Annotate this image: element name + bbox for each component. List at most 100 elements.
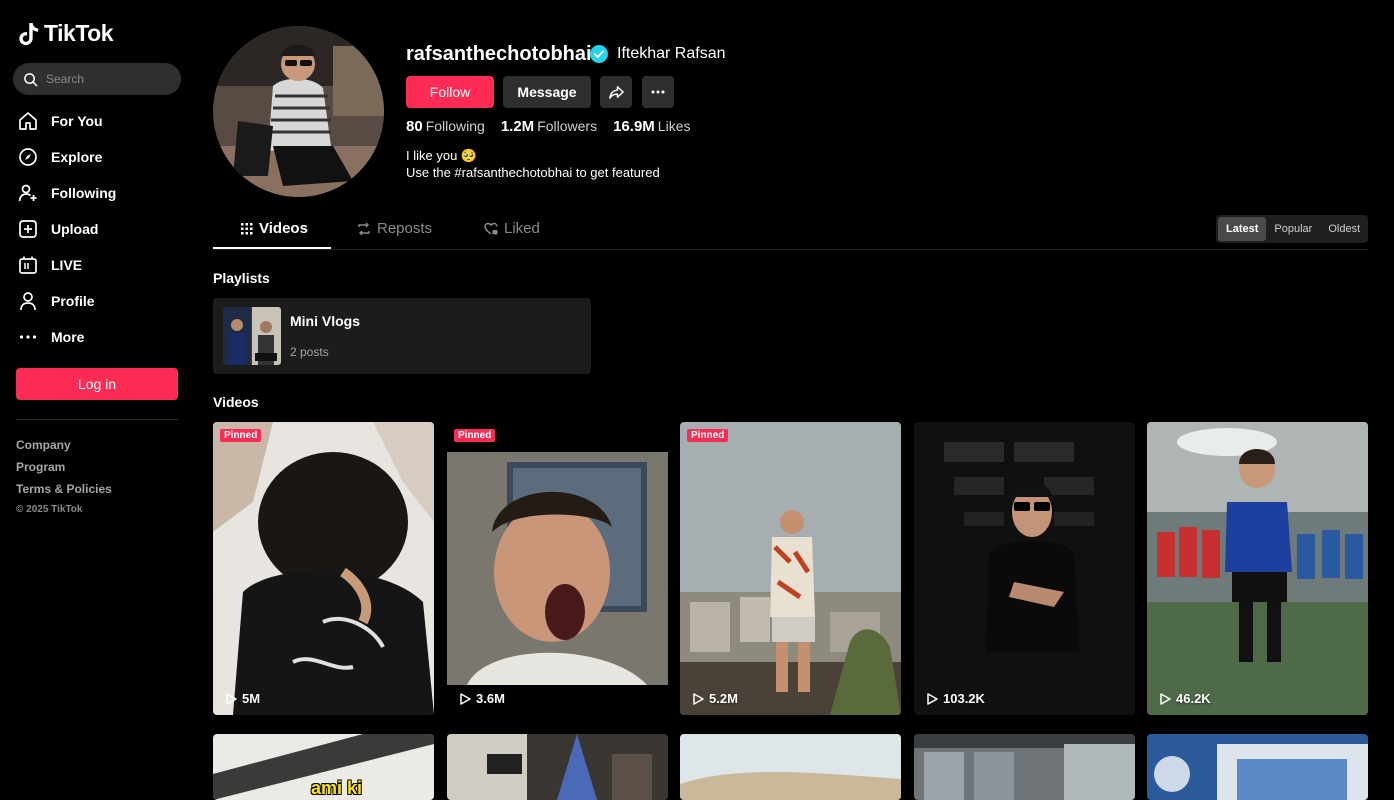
more-dots-icon [18,327,38,347]
nav-item-live[interactable]: LIVE [18,247,116,283]
bio-line: I like you 🥺 [406,148,478,163]
stat-following[interactable]: 80 Following [406,118,485,136]
nav-item-for-you[interactable]: For You [18,103,116,139]
nav-item-profile[interactable]: Profile [18,283,116,319]
playlists-heading: Playlists [213,270,270,286]
nav-label: LIVE [51,257,83,273]
video-caption-text: ami ki [311,778,363,798]
more-options-button[interactable] [642,76,674,108]
sort-oldest[interactable]: Oldest [1320,217,1368,241]
search-box[interactable] [13,63,181,95]
playlist-card[interactable]: Mini Vlogs 2 posts [213,298,591,374]
main-nav: For You Explore Following Upload LIVE Pr… [18,103,116,355]
playlist-thumbnail [223,307,281,365]
video-view-count: 46.2K [1159,691,1211,706]
videos-heading: Videos [213,394,259,410]
video-view-count: 3.6M [459,691,505,706]
nav-label: Following [51,185,117,201]
play-icon [460,692,471,705]
sort-toggle: Latest Popular Oldest [1216,215,1368,243]
active-tab-indicator [213,247,331,249]
tab-reposts[interactable]: Reposts [357,220,432,237]
video-card[interactable] [1147,734,1368,800]
share-button[interactable] [600,76,632,108]
video-card[interactable]: Pinned 3.6M [447,422,668,715]
compass-icon [18,147,38,167]
bio-line: Use the #rafsanthechotobhai to get featu… [406,165,660,180]
video-card[interactable]: 103.2K [914,422,1135,715]
message-button[interactable]: Message [503,76,591,108]
play-icon [693,692,704,705]
more-dots-icon [651,90,665,94]
heart-lock-icon [484,222,498,235]
video-card[interactable] [914,734,1135,800]
nav-item-explore[interactable]: Explore [18,139,116,175]
profile-username: rafsanthechotobhai [406,43,592,65]
login-button[interactable]: Log in [16,368,178,400]
video-view-count: 5.2M [692,691,738,706]
sort-latest[interactable]: Latest [1218,217,1267,241]
followers-count: 1.2M [500,118,535,135]
play-icon [927,692,938,705]
sidebar-divider [16,419,178,420]
profile-bio: I like you 🥺 Use the #rafsanthechotobhai… [406,147,660,181]
repost-icon [358,222,370,235]
follow-button[interactable]: Follow [406,76,494,108]
sort-popular[interactable]: Popular [1266,217,1320,241]
view-count-text: 46.2K [1176,691,1211,706]
live-tv-icon [18,255,38,275]
nav-item-following[interactable]: Following [18,175,116,211]
nav-item-upload[interactable]: Upload [18,211,116,247]
stat-likes: 16.9M Likes [613,118,690,136]
likes-count: 16.9M [613,118,655,135]
profile-avatar[interactable] [213,26,384,197]
person-icon [18,291,38,311]
sidebar: TikTok For You Explore Following [0,0,196,800]
nav-label: More [51,329,85,345]
footer-link-company[interactable]: Company [16,434,112,456]
stat-followers[interactable]: 1.2M Followers [501,118,597,136]
playlist-name: Mini Vlogs [290,313,360,329]
video-card[interactable] [447,734,668,800]
tab-label: Reposts [377,220,433,237]
playlist-post-count: 2 posts [290,345,329,359]
nav-label: Upload [51,221,99,237]
video-card[interactable]: Pinned 5M [213,422,434,715]
view-count-text: 3.6M [476,691,505,706]
view-count-text: 5.2M [709,691,738,706]
nav-item-more[interactable]: More [18,319,116,355]
home-icon [18,111,38,131]
tab-liked[interactable]: Liked [484,220,540,237]
video-view-count: 5M [225,691,260,706]
plus-square-icon [18,219,38,239]
footer-links: Company Program Terms & Policies © 2025 … [16,434,112,518]
video-card[interactable] [680,734,901,800]
copyright: © 2025 TikTok [16,504,83,515]
grid-icon [241,222,253,234]
followers-label: Followers [537,118,598,134]
verified-badge-icon [590,45,608,63]
profile-tabs: Videos Reposts Liked [213,214,1368,250]
brand-name: TikTok [44,20,114,46]
tab-label: Videos [259,220,308,237]
profile-nickname: Iftekhar Rafsan [617,45,726,62]
footer-link-terms[interactable]: Terms & Policies [16,478,112,500]
search-input[interactable] [46,72,166,86]
tab-videos[interactable]: Videos [241,220,308,237]
user-plus-icon [18,183,38,203]
video-card[interactable]: 46.2K [1147,422,1368,715]
view-count-text: 103.2K [943,691,985,706]
nav-label: Profile [51,293,95,309]
following-count: 80 [406,118,423,135]
footer-link-program[interactable]: Program [16,456,112,478]
video-card[interactable]: ami ki [213,734,434,800]
tab-label: Liked [504,220,540,237]
play-icon [1160,692,1171,705]
view-count-text: 5M [242,691,261,706]
tiktok-logo[interactable]: TikTok [18,20,114,47]
play-icon [226,692,237,705]
video-view-count: 103.2K [926,691,985,706]
video-card[interactable]: Pinned 5.2M [680,422,901,715]
nav-label: Explore [51,149,103,165]
likes-label: Likes [657,118,691,134]
